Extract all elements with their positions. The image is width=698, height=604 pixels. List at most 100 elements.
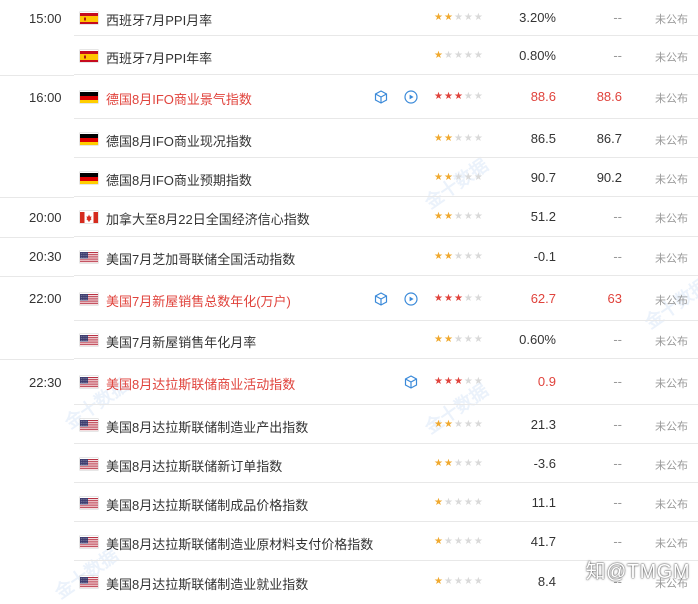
star-empty-icon: ★	[453, 575, 464, 587]
group-divider	[0, 359, 74, 360]
star-filled-icon: ★	[443, 334, 454, 345]
importance-stars: ★★★★★	[434, 211, 484, 222]
star-empty-icon: ★	[473, 91, 484, 102]
forecast-value: 63	[607, 290, 622, 306]
event-name[interactable]: 美国7月新屋销售年化月率	[106, 332, 256, 351]
event-name[interactable]: 西班牙7月PPI年率	[106, 48, 212, 67]
event-name[interactable]: 美国8月达拉斯联储制成品价格指数	[106, 495, 308, 514]
cube-icon[interactable]	[374, 291, 388, 306]
event-time: 16:00	[29, 89, 62, 105]
star-empty-icon: ★	[453, 418, 464, 430]
star-filled-icon: ★	[434, 211, 444, 222]
importance-stars: ★★★★★	[434, 172, 484, 183]
calendar-row[interactable]: 16:00 德国8月IFO商业景气指数 ★★★★★ 88.6 88.6 未公布	[0, 75, 698, 119]
event-cell: 加拿大至8月22日全国经济信心指数 ★★★★★ 51.2 -- 未公布	[74, 197, 698, 237]
play-icon[interactable]	[404, 90, 418, 104]
event-name[interactable]: 加拿大至8月22日全国经济信心指数	[106, 209, 310, 228]
calendar-row[interactable]: 西班牙7月PPI年率 ★★★★★ 0.80% -- 未公布	[0, 36, 698, 75]
star-empty-icon: ★	[453, 250, 464, 262]
star-empty-icon: ★	[463, 171, 474, 183]
star-filled-icon: ★	[443, 250, 454, 262]
event-time: 20:00	[29, 209, 62, 225]
group-divider	[0, 197, 74, 198]
star-filled-icon: ★	[453, 292, 464, 304]
calendar-row[interactable]: 22:00 美国7月新屋销售总数年化(万户) ★★★★★ 62.7 63 未公布	[0, 276, 698, 321]
star-empty-icon: ★	[463, 211, 474, 222]
event-cell: 美国8月达拉斯联储制造业产出指数 ★★★★★ 21.3 -- 未公布	[74, 405, 698, 444]
star-empty-icon: ★	[473, 376, 484, 387]
calendar-row[interactable]: 15:00 西班牙7月PPI月率 ★★★★★ 3.20% -- 未公布	[0, 0, 698, 36]
event-name[interactable]: 美国8月达拉斯联储新订单指数	[106, 456, 282, 475]
importance-stars: ★★★★★	[434, 419, 484, 430]
star-empty-icon: ★	[473, 250, 484, 262]
event-time: 20:30	[29, 249, 62, 264]
calendar-row[interactable]: 20:00 加拿大至8月22日全国经济信心指数 ★★★★★ 51.2 -- 未公布	[0, 197, 698, 237]
calendar-row[interactable]: 美国8月达拉斯联储制成品价格指数 ★★★★★ 11.1 -- 未公布	[0, 483, 698, 522]
event-name[interactable]: 美国7月芝加哥联储全国活动指数	[106, 249, 295, 268]
event-name[interactable]: 美国8月达拉斯联储制造业产出指数	[106, 417, 308, 436]
star-empty-icon: ★	[463, 12, 474, 23]
star-filled-icon: ★	[434, 535, 444, 547]
actual-value: -0.1	[533, 248, 556, 264]
event-cell: 德国8月IFO商业景气指数 ★★★★★ 88.6 88.6 未公布	[74, 75, 698, 119]
cube-icon[interactable]	[374, 90, 388, 104]
importance-stars: ★★★★★	[434, 251, 484, 262]
event-name[interactable]: 德国8月IFO商业预期指数	[106, 170, 252, 189]
calendar-row[interactable]: 22:30 美国8月达拉斯联储商业活动指数 ★★★★★ 0.9 -- 未公布	[0, 359, 698, 405]
star-empty-icon: ★	[453, 12, 464, 23]
event-name[interactable]: 美国8月达拉斯联储商业活动指数	[106, 374, 295, 393]
star-filled-icon: ★	[434, 292, 444, 304]
event-cell: 西班牙7月PPI年率 ★★★★★ 0.80% -- 未公布	[74, 36, 698, 75]
importance-stars: ★★★★★	[434, 536, 484, 547]
forecast-value: --	[613, 10, 622, 25]
star-filled-icon: ★	[443, 211, 454, 222]
release-status: 未公布	[655, 14, 688, 26]
forecast-value: --	[613, 248, 622, 264]
event-name[interactable]: 美国7月新屋销售总数年化(万户)	[106, 291, 291, 310]
cube-icon[interactable]	[404, 375, 418, 389]
calendar-row[interactable]: 20:30 美国7月芝加哥联储全国活动指数 ★★★★★ -0.1 -- 未公布	[0, 237, 698, 276]
event-time: 22:30	[29, 374, 62, 390]
forecast-value: --	[613, 47, 622, 63]
star-empty-icon: ★	[443, 575, 454, 587]
event-name[interactable]: 美国8月达拉斯联储制造业就业指数	[106, 574, 308, 593]
event-name[interactable]: 德国8月IFO商业现况指数	[106, 131, 252, 150]
group-divider	[0, 276, 74, 277]
event-name[interactable]: 美国8月达拉斯联储制造业原材料支付价格指数	[106, 534, 373, 553]
usa-flag-icon	[80, 458, 98, 470]
play-icon[interactable]	[404, 291, 418, 306]
forecast-value: 90.2	[596, 169, 622, 185]
event-name[interactable]: 德国8月IFO商业景气指数	[106, 89, 252, 108]
calendar-row[interactable]: 德国8月IFO商业现况指数 ★★★★★ 86.5 86.7 未公布	[0, 119, 698, 158]
group-divider	[0, 75, 74, 76]
release-status: 未公布	[655, 51, 688, 64]
calendar-row[interactable]: 美国8月达拉斯联储制造业产出指数 ★★★★★ 21.3 -- 未公布	[0, 405, 698, 444]
canada-flag-icon	[80, 211, 98, 223]
actual-value: 88.6	[530, 89, 556, 104]
star-empty-icon: ★	[473, 496, 484, 508]
star-empty-icon: ★	[463, 334, 474, 345]
star-empty-icon: ★	[453, 132, 464, 144]
star-empty-icon: ★	[473, 535, 484, 547]
event-name[interactable]: 西班牙7月PPI月率	[106, 10, 212, 29]
germany-flag-icon	[80, 172, 98, 184]
star-empty-icon: ★	[463, 496, 474, 508]
calendar-row[interactable]: 美国8月达拉斯联储新订单指数 ★★★★★ -3.6 -- 未公布	[0, 444, 698, 483]
star-filled-icon: ★	[443, 12, 454, 23]
star-filled-icon: ★	[443, 292, 454, 304]
calendar-row[interactable]: 德国8月IFO商业预期指数 ★★★★★ 90.7 90.2 未公布	[0, 158, 698, 197]
star-filled-icon: ★	[434, 171, 444, 183]
star-empty-icon: ★	[463, 575, 474, 587]
star-empty-icon: ★	[453, 171, 464, 183]
star-empty-icon: ★	[453, 211, 464, 222]
star-empty-icon: ★	[463, 418, 474, 430]
star-filled-icon: ★	[434, 49, 444, 61]
germany-flag-icon	[80, 133, 98, 145]
event-cell: 德国8月IFO商业预期指数 ★★★★★ 90.7 90.2 未公布	[74, 158, 698, 197]
star-filled-icon: ★	[434, 132, 444, 144]
usa-flag-icon	[80, 576, 98, 588]
brand-watermark: 知@TMGM	[585, 561, 690, 583]
star-filled-icon: ★	[434, 496, 444, 508]
star-filled-icon: ★	[453, 376, 464, 387]
calendar-row[interactable]: 美国7月新屋销售年化月率 ★★★★★ 0.60% -- 未公布	[0, 321, 698, 359]
